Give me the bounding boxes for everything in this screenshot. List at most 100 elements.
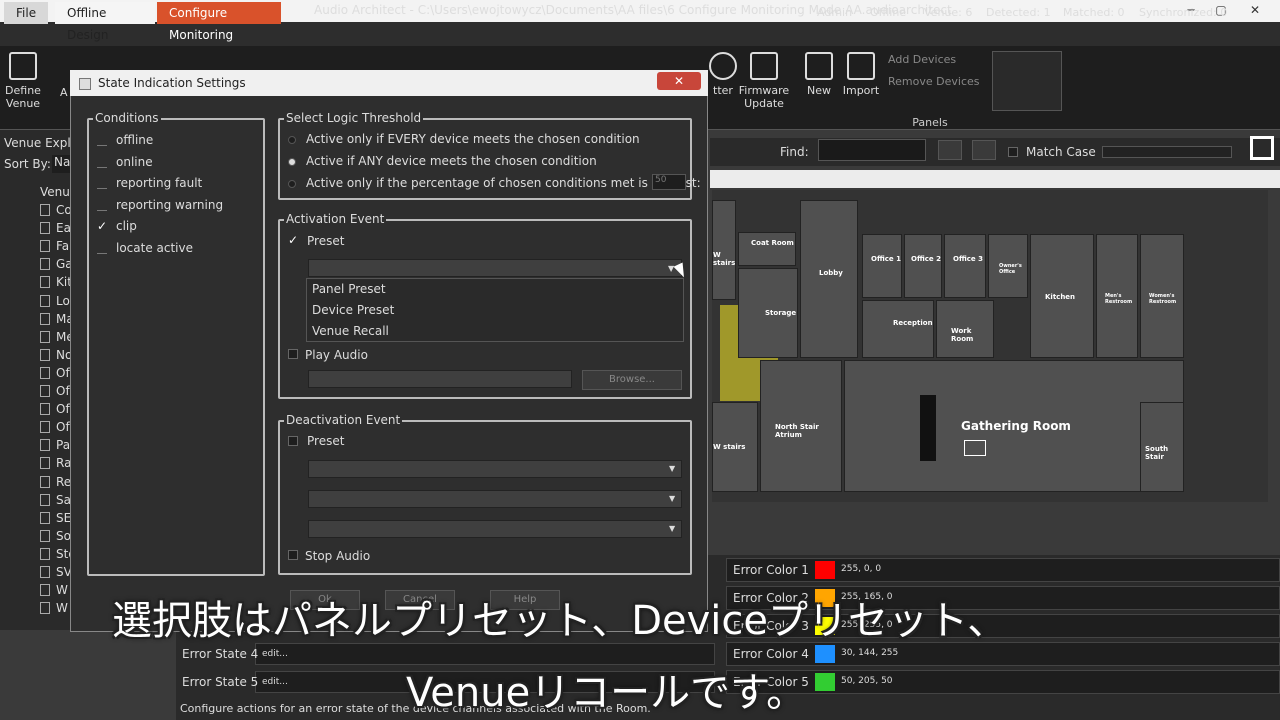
room-lobby[interactable]: Lobby	[800, 200, 858, 358]
device-gallery[interactable]	[992, 51, 1062, 111]
venue-tree-item[interactable]: Of	[56, 384, 70, 398]
deactivation-select-2[interactable]: ▼	[308, 490, 682, 508]
activation-preset-select[interactable]	[308, 259, 682, 277]
document-icon	[40, 312, 50, 325]
document-icon	[40, 529, 50, 542]
find-input[interactable]	[818, 139, 926, 161]
room-owners-office[interactable]: Owner's Office	[988, 234, 1028, 298]
document-icon	[40, 204, 50, 216]
venue-tree-item[interactable]: Pa	[56, 438, 70, 452]
room-office-2[interactable]: Office 2	[904, 234, 942, 298]
logic-radio[interactable]	[288, 158, 296, 166]
error-color-label: Error Color 4	[733, 647, 809, 661]
remove-devices-button[interactable]: Remove Devices	[888, 75, 980, 88]
firmware-label: Firmware Update	[738, 84, 790, 110]
play-audio-checkbox[interactable]	[288, 349, 298, 359]
match-case-checkbox[interactable]	[1008, 147, 1018, 157]
error-color-row[interactable]	[726, 670, 1280, 694]
room-work-room[interactable]: Work Room	[936, 300, 994, 358]
firmware-update-button[interactable]: Firmware Update	[738, 50, 790, 110]
browse-button[interactable]: Browse...	[582, 370, 682, 390]
condition-checkbox[interactable]	[97, 179, 107, 189]
document-icon	[40, 602, 50, 615]
document-icon	[40, 475, 50, 488]
venue-tree-item[interactable]: Lo	[56, 294, 70, 308]
room-mens-restroom[interactable]: Men's Restroom	[1096, 234, 1138, 358]
gathering-room-speaker-icon[interactable]	[920, 395, 936, 461]
room-storage[interactable]: Storage	[738, 268, 798, 358]
venue-tree-item[interactable]: So	[56, 529, 71, 543]
venue-tree-item[interactable]: Sa	[56, 493, 71, 507]
deactivation-event-title: Deactivation Event	[284, 413, 403, 427]
room-office-3[interactable]: Office 3	[944, 234, 986, 298]
stop-audio-checkbox[interactable]	[288, 550, 298, 560]
logic-radio[interactable]	[288, 180, 296, 188]
condition-checkbox[interactable]: ✓	[97, 219, 107, 233]
import-button[interactable]: Import	[838, 50, 884, 97]
tab-file[interactable]: File	[4, 2, 48, 24]
room-reception[interactable]: Reception	[862, 300, 934, 358]
preset-dropdown-item[interactable]: Venue Recall	[312, 324, 389, 338]
room-womens-restroom[interactable]: Women's Restroom	[1140, 234, 1184, 358]
new-panel-button[interactable]: New	[796, 50, 842, 97]
activation-preset-checkbox[interactable]: ✓	[288, 233, 298, 247]
room-south-stair[interactable]: South Stair	[1140, 402, 1184, 492]
dialog-close-button[interactable]: ✕	[657, 72, 701, 90]
venue-tree-item[interactable]: Of	[56, 402, 70, 416]
preset-dropdown-item[interactable]: Device Preset	[312, 303, 394, 317]
room-kitchen[interactable]: Kitchen	[1030, 234, 1094, 358]
venue-root-node[interactable]: Venu	[40, 185, 70, 199]
venue-tree-item[interactable]: Re	[56, 475, 71, 489]
venue-tree-item[interactable]: Of	[56, 420, 70, 434]
tab-offline-design[interactable]: Offline Design	[55, 2, 155, 42]
zoom-slider[interactable]	[1102, 146, 1232, 158]
fullscreen-icon[interactable]	[1250, 136, 1274, 160]
color-swatch[interactable]	[815, 673, 835, 691]
logic-option-label: Active if ANY device meets the chosen co…	[306, 154, 597, 168]
deactivation-select-3[interactable]: ▼	[308, 520, 682, 538]
room-coat-room[interactable]: Coat Room	[738, 232, 796, 266]
logic-option-label: Active only if EVERY device meets the ch…	[306, 132, 640, 146]
error-state-edit[interactable]: edit...	[262, 677, 288, 687]
document-icon	[40, 222, 50, 235]
preset-dropdown-item[interactable]: Panel Preset	[312, 282, 386, 296]
logic-threshold-title: Select Logic Threshold	[284, 111, 424, 125]
error-state-edit[interactable]: edit...	[262, 649, 288, 659]
room-north-stair-atrium[interactable]: North Stair Atrium	[760, 360, 842, 492]
venue-tree-item[interactable]: W	[56, 601, 68, 615]
room-w-stairs-upper[interactable]: W stairs	[712, 200, 736, 300]
error-color-row[interactable]	[726, 558, 1280, 582]
percentage-input[interactable]: 50	[652, 174, 686, 190]
panels-group-label: Panels	[912, 116, 948, 129]
gathering-room-device-icon[interactable]	[964, 440, 986, 456]
logic-option-label: Active only if the percentage of chosen …	[306, 176, 701, 190]
room-w-stairs-lower[interactable]: W stairs	[712, 402, 758, 492]
venue-tree-item[interactable]: Ea	[56, 221, 71, 235]
deactivation-preset-checkbox[interactable]	[288, 436, 298, 446]
condition-checkbox[interactable]	[97, 158, 107, 168]
tab-configure-monitoring[interactable]: Configure Monitoring	[157, 2, 281, 42]
close-window-button[interactable]: ✕	[1240, 0, 1270, 20]
find-next-button[interactable]	[972, 140, 996, 160]
activation-preset-label: Preset	[307, 234, 345, 248]
deactivation-select-1[interactable]: ▼	[308, 460, 682, 478]
color-swatch[interactable]	[815, 561, 835, 579]
venue-tree-item[interactable]: W	[56, 583, 68, 597]
add-devices-button[interactable]: Add Devices	[888, 53, 956, 66]
venue-tree-item[interactable]: SE	[56, 511, 71, 525]
condition-checkbox[interactable]	[97, 201, 107, 211]
define-venue-button[interactable]: Define Venue	[0, 50, 46, 110]
room-gathering-room[interactable]: Gathering Room	[844, 360, 1184, 492]
logic-radio[interactable]	[288, 136, 296, 144]
find-prev-button[interactable]	[938, 140, 962, 160]
venue-tree-item[interactable]: Fa	[56, 239, 69, 253]
condition-checkbox[interactable]	[97, 244, 107, 254]
condition-checkbox[interactable]	[97, 136, 107, 146]
match-case-label: Match Case	[1026, 145, 1096, 159]
audio-file-input[interactable]	[308, 370, 572, 388]
chevron-down-icon: ▼	[669, 524, 676, 533]
venue-tree-item[interactable]: Of	[56, 366, 70, 380]
color-swatch[interactable]	[815, 645, 835, 663]
map-tab-bar	[710, 170, 1280, 188]
room-office-1[interactable]: Office 1	[862, 234, 902, 298]
